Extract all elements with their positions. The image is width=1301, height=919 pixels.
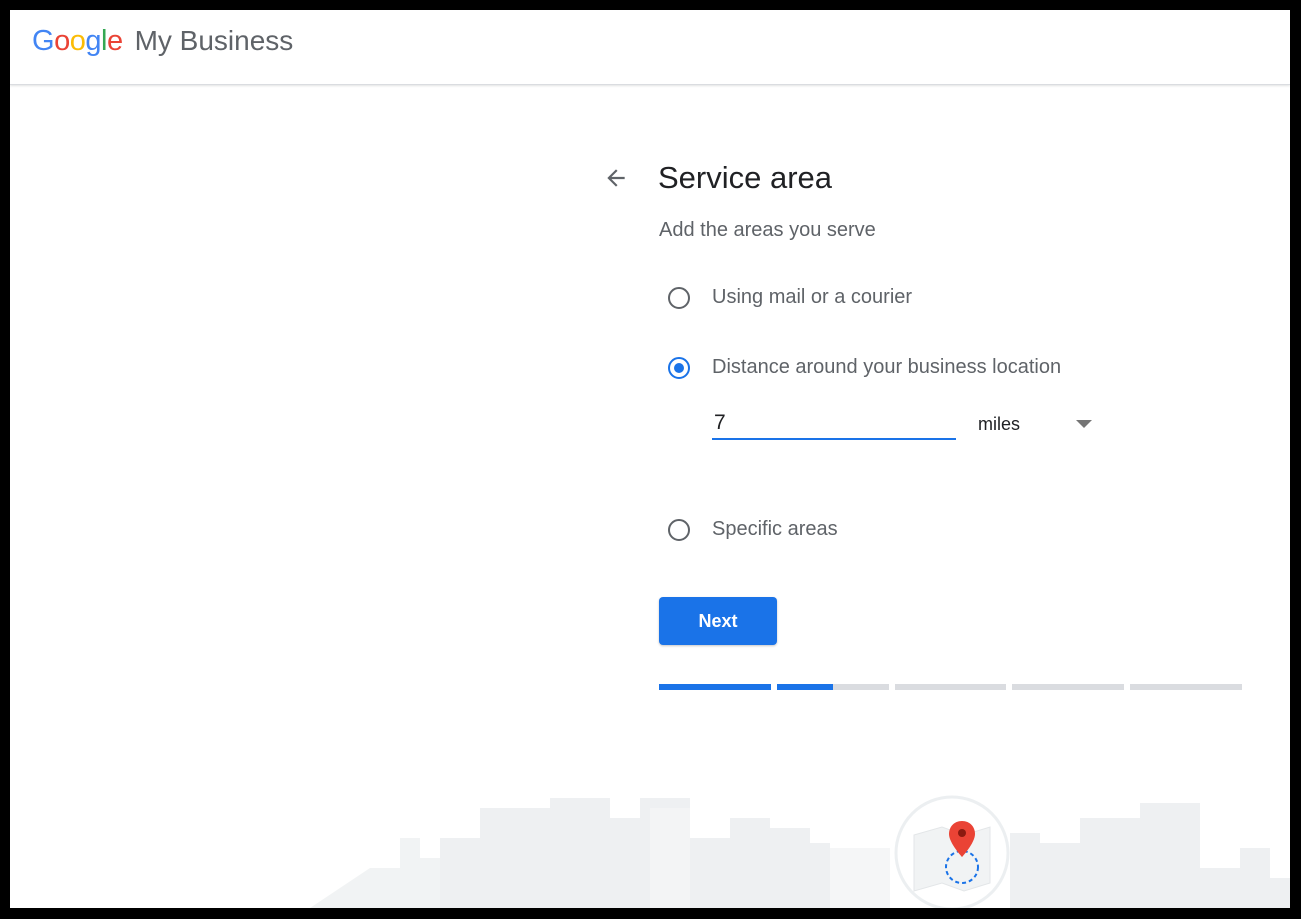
google-my-business-logo[interactable]: Google My Business	[32, 25, 293, 58]
unit-selected-value: miles	[978, 413, 1021, 434]
google-wordmark: Google	[32, 25, 123, 58]
logo-letter: g	[85, 25, 101, 57]
progress-step-fill	[659, 684, 771, 690]
logo-letter: o	[69, 25, 86, 57]
progress-step	[894, 684, 1007, 690]
city-skyline-illustration	[310, 798, 1290, 908]
back-button[interactable]	[600, 162, 632, 194]
radio-button[interactable]	[668, 286, 690, 309]
progress-bar	[659, 684, 1242, 690]
distance-input[interactable]	[712, 408, 956, 440]
top-bar: Google My Business	[10, 10, 1290, 85]
page-title: Service area	[658, 160, 833, 195]
progress-step	[1130, 684, 1242, 690]
logo-letter: o	[54, 25, 70, 57]
next-button[interactable]: Next	[659, 597, 777, 645]
radio-button[interactable]	[668, 518, 690, 541]
caret-down-icon	[1076, 420, 1092, 428]
arrow-left-icon	[607, 169, 625, 187]
option-distance[interactable]: Distance around your business location	[668, 356, 1061, 379]
option-mail-courier[interactable]: Using mail or a courier	[668, 286, 912, 309]
unit-dropdown[interactable]: miles	[976, 408, 1094, 440]
logo-letter: e	[106, 25, 123, 57]
logo-letter: G	[32, 25, 55, 57]
option-specific-areas[interactable]: Specific areas	[668, 518, 838, 541]
progress-step	[1012, 684, 1125, 690]
option-label: Specific areas	[712, 518, 838, 540]
page-subtitle: Add the areas you serve	[659, 219, 876, 241]
progress-step	[659, 684, 771, 690]
app-window: Google My Business Service area Add the …	[10, 10, 1290, 908]
option-label: Distance around your business location	[712, 356, 1062, 378]
map-pin-badge	[894, 795, 1010, 908]
progress-step	[776, 684, 889, 690]
radio-button[interactable]	[668, 356, 690, 379]
option-label: Using mail or a courier	[712, 286, 913, 308]
progress-step-fill	[776, 684, 833, 690]
product-name: My Business	[134, 25, 294, 56]
